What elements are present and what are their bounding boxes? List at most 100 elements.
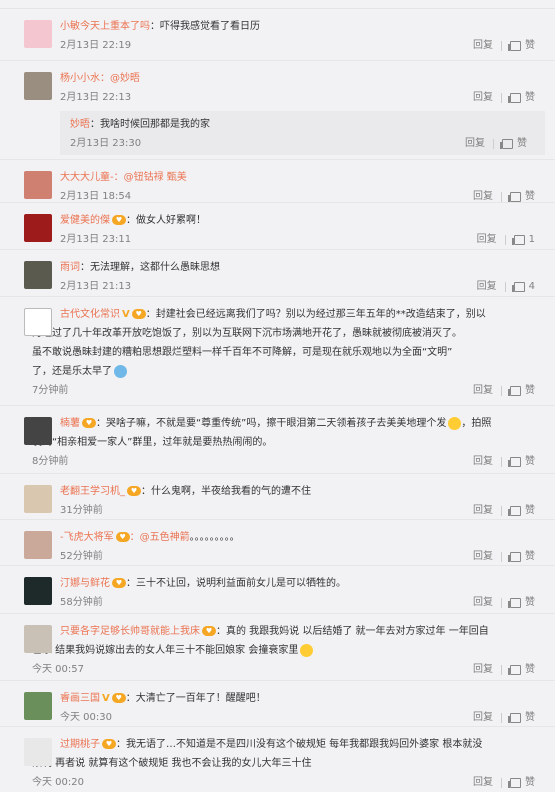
vip-badge-icon: ♥ xyxy=(112,578,126,588)
comment-text: ：我无语了…不知道是不是四川没有这个破规矩 每年我都跟我妈回外婆家 根本就没 xyxy=(116,739,483,750)
reply-button[interactable]: 回复 xyxy=(465,134,485,153)
avatar[interactable] xyxy=(24,485,52,513)
emoji-icon xyxy=(448,416,462,430)
like-button[interactable]: 赞 xyxy=(525,773,535,792)
like-count[interactable]: 4 xyxy=(529,277,535,296)
comment-text: 己家 结果我妈说嫁出去的女人年三十不能回娘家 会撞衰家里 xyxy=(32,645,299,656)
like-icon[interactable] xyxy=(508,505,521,516)
comment-text: ：做女人好累啊！ xyxy=(126,215,206,226)
vip-badge-icon: ♥ xyxy=(82,418,96,428)
reply-button[interactable]: 回复 xyxy=(473,452,493,471)
avatar[interactable] xyxy=(24,531,52,559)
like-icon[interactable] xyxy=(500,138,513,149)
comment-text: ：封建社会已经远离我们了吗？别以为经过那三年五年的**改造结束了，别以 xyxy=(145,309,486,320)
username-link[interactable]: 只要各字足够长帅哥就能上我床 xyxy=(60,626,200,637)
timestamp: 2月13日 23:30 xyxy=(70,138,142,149)
comment-item: -飞虎大将军 ♥ ：@五色神箭。。。。。。。。。 52分钟前 回复 赞 xyxy=(0,520,555,566)
reply-button[interactable]: 回复 xyxy=(473,36,493,55)
comment-item: 汀娜与鲜花 ♥ ：三十不让回，说明利益面前女儿是可以牺牲的。 58分钟前 回复 赞 xyxy=(0,566,555,614)
like-button[interactable]: 赞 xyxy=(525,501,535,520)
comment-item: 睿画三国 V ♥ ：大清亡了一百年了！醒醒吧！ 今天 00:30 回复 赞 xyxy=(0,681,555,727)
reply-button[interactable]: 回复 xyxy=(473,381,493,400)
like-icon[interactable] xyxy=(508,664,521,675)
reply-button[interactable]: 回复 xyxy=(473,660,493,679)
comment-text: ：我啥时候回那都是我的家 xyxy=(90,119,210,130)
vip-badge-icon: ♥ xyxy=(115,532,130,542)
comment-text: ，拍照 xyxy=(461,418,492,429)
timestamp: 2月13日 21:13 xyxy=(60,281,132,292)
reply-button[interactable]: 回复 xyxy=(473,88,493,107)
like-icon[interactable] xyxy=(508,92,521,103)
reply-button[interactable]: 回复 xyxy=(473,773,493,792)
emoji-icon xyxy=(300,643,314,657)
reply-button[interactable]: 回复 xyxy=(477,277,497,296)
like-icon[interactable] xyxy=(508,456,521,467)
like-icon[interactable] xyxy=(511,281,525,292)
comment-text: 限制 再者说 就算有这个破规矩 我也不会让我的女儿大年三十住 xyxy=(32,758,312,769)
avatar[interactable] xyxy=(24,171,52,199)
avatar[interactable] xyxy=(24,577,52,605)
avatar[interactable] xyxy=(24,20,52,48)
avatar[interactable] xyxy=(24,72,52,100)
username-link[interactable]: 汀娜与鲜花 xyxy=(60,578,110,589)
username-link[interactable]: 妙晤 xyxy=(70,119,90,130)
comment-item: 雨词：无法理解，这都什么愚昧思想 2月13日 21:13 回复 4 xyxy=(0,250,555,297)
nested-reply: 妙晤：我啥时候回那都是我的家 2月13日 23:30 回复 赞 xyxy=(60,111,545,155)
reply-button[interactable]: 回复 xyxy=(473,708,493,727)
comment-text: 为经过了几十年改革开放吃饱饭了，别以为互联网下沉市场满地开花了，愚昧就被彻底被消… xyxy=(32,328,462,339)
username-link[interactable]: 杨小小水 xyxy=(60,73,100,84)
like-button[interactable]: 赞 xyxy=(525,660,535,679)
username-link[interactable]: 老翻王学习机_ xyxy=(60,486,125,497)
like-icon[interactable] xyxy=(508,777,521,788)
comment-text: ：无法理解，这都什么愚昧思想 xyxy=(80,262,220,273)
like-icon[interactable] xyxy=(508,597,521,608)
username-link[interactable]: 过期桃子 xyxy=(60,739,100,750)
username-link[interactable]: 古代文化常识 xyxy=(60,309,120,320)
avatar[interactable] xyxy=(24,738,52,766)
like-button[interactable]: 赞 xyxy=(525,547,535,566)
comment-text: ：吓得我感觉看了看日历 xyxy=(150,21,260,32)
comment-text: 虽不敢说愚昧封建的糟粕思想跟烂塑料一样千百年不可降解，可是现在就乐观地以为全面“… xyxy=(32,347,453,358)
avatar[interactable] xyxy=(24,625,52,653)
username-link[interactable]: 小敏今天上重本了吗 xyxy=(60,21,150,32)
like-count[interactable]: 1 xyxy=(529,230,535,249)
like-button[interactable]: 赞 xyxy=(525,88,535,107)
reply-button[interactable]: 回复 xyxy=(477,230,497,249)
reply-button[interactable]: 回复 xyxy=(473,547,493,566)
like-button[interactable]: 赞 xyxy=(517,134,527,153)
comment-text: ：真的 我跟我妈说 以后结婚了 就一年去对方家过年 一年回自 xyxy=(216,626,489,637)
like-icon[interactable] xyxy=(508,712,521,723)
like-button[interactable]: 赞 xyxy=(525,36,535,55)
mention-link[interactable]: ：@钮钴禄 甄美 xyxy=(114,172,187,183)
mention-link[interactable]: ：@五色神箭 xyxy=(130,532,190,543)
like-icon[interactable] xyxy=(508,40,521,51)
reply-button[interactable]: 回复 xyxy=(473,593,493,612)
like-icon[interactable] xyxy=(511,234,525,245)
username-link[interactable]: 大大大儿童- xyxy=(60,172,114,183)
timestamp: 2月13日 23:11 xyxy=(60,234,132,245)
like-icon[interactable] xyxy=(508,191,521,202)
avatar[interactable] xyxy=(24,261,52,289)
emoji-icon xyxy=(114,364,127,378)
avatar[interactable] xyxy=(24,692,52,720)
like-button[interactable]: 赞 xyxy=(525,452,535,471)
like-button[interactable]: 赞 xyxy=(525,381,535,400)
timestamp: 2月13日 22:19 xyxy=(60,40,132,51)
username-link[interactable]: 爱健美的傑 xyxy=(60,215,110,226)
like-button[interactable]: 赞 xyxy=(525,708,535,727)
like-icon[interactable] xyxy=(508,385,521,396)
reply-button[interactable]: 回复 xyxy=(473,501,493,520)
like-icon[interactable] xyxy=(508,551,521,562)
comment-text: 发到“相亲相爱一家人”群里，过年就是要热热闹闹的。 xyxy=(32,437,273,448)
username-link[interactable]: 楠薯 xyxy=(60,418,80,429)
comment-text: 。。。。。。。。。 xyxy=(189,532,240,543)
avatar[interactable] xyxy=(24,417,52,445)
avatar[interactable] xyxy=(24,308,52,336)
comment-item: 老翻王学习机_ ♥ ：什么鬼啊，半夜给我看的气的遭不住 31分钟前 回复 赞 xyxy=(0,474,555,520)
username-link[interactable]: -飞虎大将军 xyxy=(60,532,114,543)
username-link[interactable]: 睿画三国 xyxy=(60,693,100,704)
mention-link[interactable]: ：@妙晤 xyxy=(100,73,140,84)
username-link[interactable]: 雨词 xyxy=(60,262,80,273)
like-button[interactable]: 赞 xyxy=(525,593,535,612)
avatar[interactable] xyxy=(24,214,52,242)
